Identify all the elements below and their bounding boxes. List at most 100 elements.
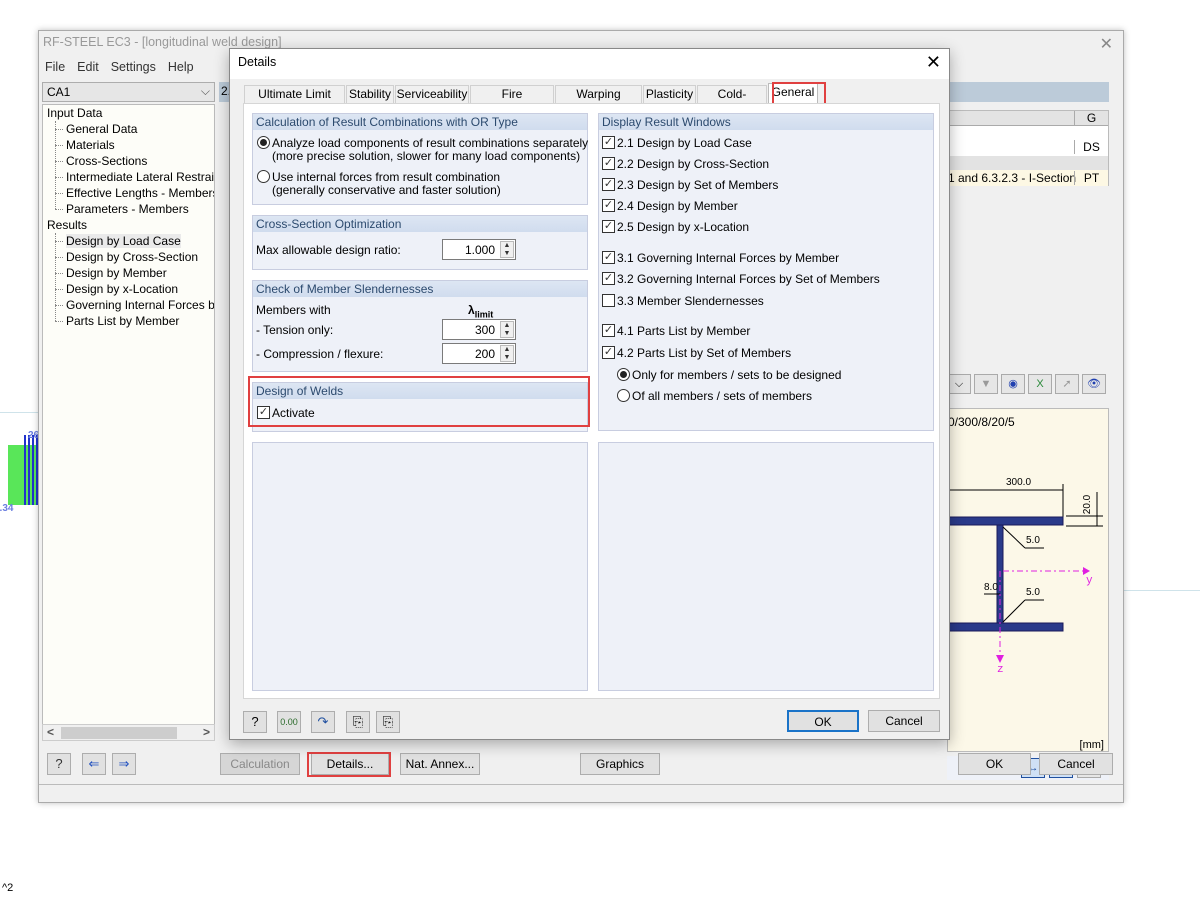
analyze-separately-radio[interactable] (257, 136, 270, 149)
next-window-icon[interactable]: ⇒ (112, 753, 136, 775)
nav-item-lateral-restraints[interactable]: Intermediate Lateral Restraints (43, 169, 214, 185)
help-icon[interactable]: ? (243, 711, 267, 733)
nav-item-parameters[interactable]: Parameters - Members (43, 201, 214, 217)
spinner-icon[interactable]: ▲ ▼ (500, 321, 514, 338)
select-pointer-icon[interactable]: ➚ (1055, 374, 1079, 394)
table-cell-ds: DS (1074, 140, 1108, 154)
tab-cold-formed[interactable]: Cold-Formed (697, 85, 767, 118)
window-2-4-label: 2.4 Design by Member (617, 199, 738, 213)
window-2-1-label: 2.1 Design by Load Case (617, 136, 752, 150)
navigator-tree: Input Data General Data Materials Cross-… (42, 104, 215, 740)
use-internal-forces-radio[interactable] (257, 170, 270, 183)
nav-group-input-data[interactable]: Input Data (43, 105, 214, 121)
window-2-2-checkbox[interactable]: ✓ (602, 157, 615, 170)
nat-annex-button[interactable]: Nat. Annex... (400, 753, 480, 775)
spinner-icon[interactable]: ▲ ▼ (500, 345, 514, 362)
parts-designed-only-radio[interactable] (617, 368, 630, 381)
spinner-icon[interactable]: ▲ ▼ (500, 241, 514, 258)
nav-item-design-by-member[interactable]: Design by Member (43, 265, 214, 281)
tab-stability[interactable]: Stability (346, 85, 394, 103)
nav-item-materials[interactable]: Materials (43, 137, 214, 153)
compression-value: 200 (474, 347, 495, 361)
welds-highlight (248, 376, 590, 427)
window-4-1-checkbox[interactable]: ✓ (602, 324, 615, 337)
main-ok-button[interactable]: OK (958, 753, 1031, 775)
excel-export-icon[interactable]: X (1028, 374, 1052, 394)
option2-line2: (generally conservative and faster solut… (272, 183, 501, 197)
filter-icon[interactable]: ▼ (974, 374, 998, 394)
reset-arrow-icon[interactable]: ↷ (311, 711, 335, 733)
menu-file[interactable]: File (39, 57, 71, 77)
nav-item-cross-sections[interactable]: Cross-Sections (43, 153, 214, 169)
tension-input[interactable]: 300 ▲ ▼ (442, 319, 516, 340)
details-button-highlight (307, 752, 391, 777)
window-3-3-checkbox[interactable] (602, 294, 615, 307)
dialog-ok-button[interactable]: OK (787, 710, 859, 732)
parts-all-members-radio[interactable] (617, 389, 630, 402)
nav-item-governing-forces[interactable]: Governing Internal Forces by Member (43, 297, 214, 313)
view-eye-icon[interactable]: 👁 (1082, 374, 1106, 394)
tab-fire-resistance[interactable]: Fire Resistance (470, 85, 554, 118)
dropdown-chevron-icon[interactable]: ⌵ (947, 374, 971, 394)
window-2-1-checkbox[interactable]: ✓ (602, 136, 615, 149)
help-icon[interactable]: ? (47, 753, 71, 775)
menu-edit[interactable]: Edit (71, 57, 105, 77)
window-3-1-checkbox[interactable]: ✓ (602, 251, 615, 264)
tab-warping-torsion[interactable]: Warping Torsion (555, 85, 642, 118)
max-ratio-label: Max allowable design ratio: (256, 243, 401, 257)
main-bottom-bar: ? ⇐ ⇒ Calculation Details... Nat. Annex.… (39, 746, 1123, 784)
nav-item-design-by-load-case[interactable]: Design by Load Case (43, 233, 214, 249)
window-4-2-label: 4.2 Parts List by Set of Members (617, 346, 792, 360)
scroll-left-icon[interactable]: < (47, 725, 54, 739)
decimal-places-icon[interactable]: 0.00 (277, 711, 301, 733)
main-cancel-button[interactable]: Cancel (1039, 753, 1113, 775)
window-2-3-checkbox[interactable]: ✓ (602, 178, 615, 191)
table-row-text: 1 and 6.3.2.3 - I-Section (948, 171, 1077, 185)
nav-item-design-by-cross-section[interactable]: Design by Cross-Section (43, 249, 214, 265)
compression-input[interactable]: 200 ▲ ▼ (442, 343, 516, 364)
menu-bar: File Edit Settings Help (39, 57, 200, 77)
optimization-panel: Cross-Section Optimization Max allowable… (252, 215, 588, 270)
import-icon[interactable]: ⎘ (346, 711, 370, 733)
nav-item-parts-list[interactable]: Parts List by Member (43, 313, 214, 329)
dialog-cancel-button[interactable]: Cancel (868, 710, 940, 732)
tab-plasticity[interactable]: Plasticity (643, 85, 696, 103)
close-icon[interactable]: ✕ (1100, 34, 1113, 54)
scroll-thumb[interactable] (61, 727, 177, 739)
calculation-button[interactable]: Calculation (220, 753, 300, 775)
lambda-limit-label: λlimit (468, 303, 494, 320)
compression-label: - Compression / flexure: (256, 347, 384, 361)
menu-settings[interactable]: Settings (105, 57, 162, 77)
export-icon[interactable]: ⎘ (376, 711, 400, 733)
navigator-hscrollbar[interactable]: < > (42, 724, 215, 741)
empty-right-panel (598, 442, 934, 691)
graphics-button[interactable]: Graphics (580, 753, 660, 775)
dialog-bottom-bar: ? 0.00 ↷ ⎘ ⎘ OK Cancel (243, 709, 940, 735)
nav-item-effective-lengths[interactable]: Effective Lengths - Members (43, 185, 214, 201)
dialog-close-icon[interactable]: ✕ (926, 52, 941, 73)
nav-group-results[interactable]: Results (43, 217, 214, 233)
nav-item-general-data[interactable]: General Data (43, 121, 214, 137)
previous-window-icon[interactable]: ⇐ (82, 753, 106, 775)
empty-left-panel (252, 442, 588, 691)
tab-ultimate-limit-state[interactable]: Ultimate Limit State (244, 85, 345, 118)
axis-z-label: z (997, 664, 1004, 676)
option1-line1: Analyze load components of result combin… (272, 136, 589, 150)
tab-serviceability[interactable]: Serviceability (395, 85, 469, 103)
case-selector-value: CA1 (47, 85, 71, 99)
dim-flange-thickness: 20.0 (1082, 494, 1094, 515)
members-with-label: Members with (256, 303, 331, 317)
scroll-right-icon[interactable]: > (203, 725, 210, 739)
window-4-2-checkbox[interactable]: ✓ (602, 346, 615, 359)
window-2-4-checkbox[interactable]: ✓ (602, 199, 615, 212)
nav-item-design-by-x-location[interactable]: Design by x-Location (43, 281, 214, 297)
window-2-5-checkbox[interactable]: ✓ (602, 220, 615, 233)
option1-line2: (more precise solution, slower for many … (272, 149, 581, 163)
visibility-settings-icon[interactable]: ◉ (1001, 374, 1025, 394)
dialog-title-bar: Details ✕ (230, 49, 949, 79)
max-ratio-input[interactable]: 1.000 ▲ ▼ (442, 239, 516, 260)
case-selector[interactable]: CA1 ⌵ (42, 82, 215, 102)
details-dialog: Details ✕ Ultimate Limit State Stability… (229, 48, 950, 740)
window-3-2-checkbox[interactable]: ✓ (602, 272, 615, 285)
menu-help[interactable]: Help (162, 57, 200, 77)
